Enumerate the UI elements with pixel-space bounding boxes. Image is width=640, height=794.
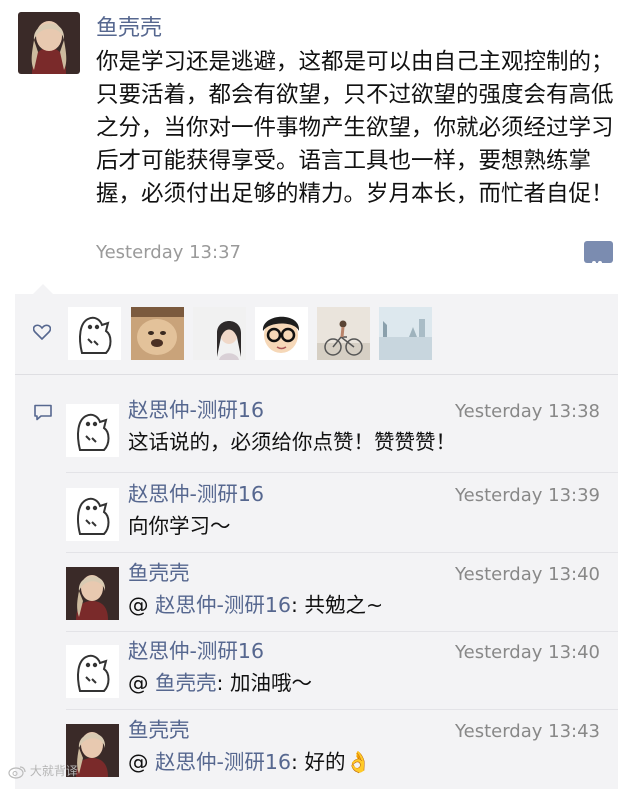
like-avatar-landscape[interactable] xyxy=(379,307,432,360)
comment-time: Yesterday 13:40 xyxy=(455,564,600,585)
reply-prefix: @ xyxy=(128,593,156,617)
comment-time: Yesterday 13:40 xyxy=(455,642,600,663)
commenter-name[interactable]: 赵思仲-测研16 xyxy=(128,480,264,508)
likes-row xyxy=(15,294,618,374)
reply-prefix: @ xyxy=(128,750,156,774)
post-author-avatar[interactable] xyxy=(18,12,80,74)
commenter-avatar[interactable] xyxy=(66,567,119,620)
comment-item[interactable]: 赵思仲-测研16 Yesterday 13:40 @ 鱼壳壳: 加油哦～ xyxy=(15,635,618,715)
post-timestamp: Yesterday 13:37 xyxy=(96,242,241,263)
comment-time: Yesterday 13:38 xyxy=(455,401,600,422)
reply-prefix: @ xyxy=(128,671,156,695)
like-avatar-dog[interactable] xyxy=(131,307,184,360)
comment-divider xyxy=(66,709,618,710)
comment-time: Yesterday 13:43 xyxy=(455,721,600,742)
mention-link[interactable]: 鱼壳壳 xyxy=(155,671,217,695)
watermark: 大就背译 xyxy=(8,762,78,780)
comment-reply-line: @ 赵思仲-测研16: 好的👌 xyxy=(128,748,371,776)
comment-text: 这话说的，必须给你点赞！赞赞赞！ xyxy=(128,430,456,454)
commenter-name[interactable]: 赵思仲-测研16 xyxy=(128,637,264,665)
ok-hand-emoji: 👌 xyxy=(345,750,371,774)
comment-time: Yesterday 13:39 xyxy=(455,485,600,506)
watermark-text: 大就背译 xyxy=(29,764,78,778)
commenter-name[interactable]: 鱼壳壳 xyxy=(128,559,190,587)
comment-reply-line: @ 赵思仲-测研16: 共勉之~ xyxy=(128,591,383,619)
heart-icon xyxy=(33,324,51,340)
comment-divider xyxy=(66,472,618,473)
commenter-name[interactable]: 赵思仲-测研16 xyxy=(128,396,264,424)
comment-item[interactable]: 赵思仲-测研16 Yesterday 13:38 这话说的，必须给你点赞！赞赞赞… xyxy=(15,394,618,474)
post-author-name[interactable]: 鱼壳壳 xyxy=(96,14,162,44)
comment-item[interactable]: 鱼壳壳 Yesterday 13:43 @ 赵思仲-测研16: 好的👌 xyxy=(15,714,618,794)
commenter-avatar[interactable] xyxy=(66,404,119,457)
comment-item[interactable]: 鱼壳壳 Yesterday 13:40 @ 赵思仲-测研16: 共勉之~ xyxy=(15,557,618,637)
commenter-name[interactable]: 鱼壳壳 xyxy=(128,716,190,744)
weibo-logo-icon xyxy=(8,765,26,779)
like-avatar-bicycle[interactable] xyxy=(317,307,370,360)
mention-link[interactable]: 赵思仲-测研16 xyxy=(155,593,291,617)
like-avatar-glasses-boy[interactable] xyxy=(255,307,308,360)
like-avatar-cartoon-fish[interactable] xyxy=(68,307,121,360)
comment-panel: 赵思仲-测研16 Yesterday 13:38 这话说的，必须给你点赞！赞赞赞… xyxy=(15,284,618,789)
comment-text: : 加油哦～ xyxy=(216,671,312,695)
post-text: 你是学习还是逃避，这都是可以由自己主观控制的；只要活着，都会有欲望，只不过欲望的… xyxy=(96,49,614,207)
comment-menu-button[interactable] xyxy=(584,241,613,265)
comment-text: 向你学习～ xyxy=(128,514,231,538)
like-avatar-girl[interactable] xyxy=(193,307,246,360)
more-dots-icon xyxy=(592,250,607,265)
comment-text: : 共勉之~ xyxy=(291,593,384,617)
comment-item[interactable]: 赵思仲-测研16 Yesterday 13:39 向你学习～ xyxy=(15,478,618,558)
comment-divider xyxy=(66,552,618,553)
comment-reply-line: @ 鱼壳壳: 加油哦～ xyxy=(128,669,312,697)
comment-divider xyxy=(66,631,618,632)
likes-divider xyxy=(15,374,618,375)
commenter-avatar[interactable] xyxy=(66,645,119,698)
commenter-avatar[interactable] xyxy=(66,488,119,541)
comment-text: : 好的 xyxy=(291,750,346,774)
mention-link[interactable]: 赵思仲-测研16 xyxy=(155,750,291,774)
